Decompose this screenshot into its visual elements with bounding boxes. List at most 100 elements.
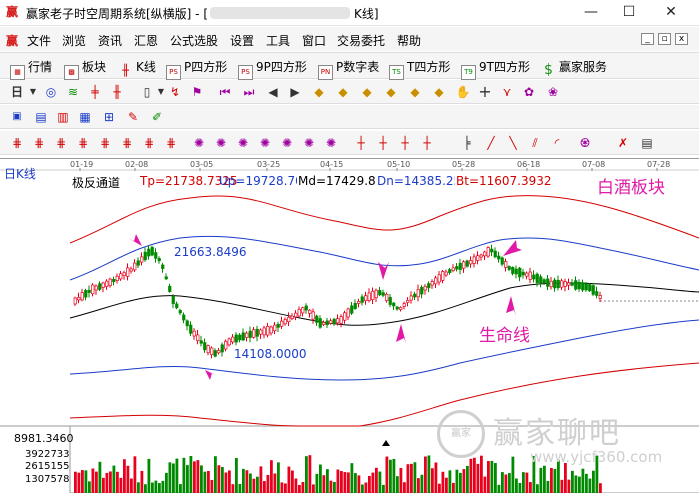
menu-formula[interactable]: 公式选股: [170, 32, 218, 49]
winner-service-button[interactable]: $ 赢家服务: [541, 58, 607, 77]
line-tool-icon[interactable]: ⋎: [498, 83, 516, 101]
volume-bar: [294, 478, 298, 493]
tools-icon[interactable]: ✿: [520, 83, 538, 101]
menu-file[interactable]: 文件: [27, 32, 51, 49]
candle-body: [378, 290, 382, 296]
menu-huien[interactable]: 汇恩: [134, 32, 158, 49]
delete-drawing-icon[interactable]: ♼: [576, 134, 594, 152]
gann-icon[interactable]: ❀: [544, 83, 562, 101]
cycle-4-icon[interactable]: ┼: [418, 134, 436, 152]
highlight-icon[interactable]: ✐: [148, 108, 166, 126]
gann-square-2-icon[interactable]: ✺: [212, 134, 230, 152]
eraser-icon[interactable]: ✗: [614, 134, 632, 152]
crosshair-icon[interactable]: +: [476, 83, 494, 101]
candle-body: [458, 262, 462, 270]
gann-fan-7-icon[interactable]: ⋕: [140, 134, 158, 152]
volume-bar: [200, 465, 203, 493]
first-page-icon[interactable]: ⏮: [216, 83, 234, 101]
dropdown-arrow-icon[interactable]: ▼: [24, 83, 42, 101]
volume-bar: [347, 472, 350, 493]
mdi-restore-button[interactable]: ▫: [658, 33, 671, 45]
scroll-left-icon[interactable]: ◀: [264, 83, 282, 101]
quotes-button[interactable]: ▦ 行情: [10, 58, 52, 80]
channel-icon[interactable]: ╞: [458, 134, 476, 152]
move-up-icon[interactable]: ◆: [358, 83, 376, 101]
candle-body: [364, 295, 368, 302]
gann-square-4-icon[interactable]: ✺: [256, 134, 274, 152]
candle-body: [434, 277, 438, 285]
minimize-button[interactable]: —: [570, 0, 612, 24]
gann-fan-4-icon[interactable]: ⋕: [74, 134, 92, 152]
close-button[interactable]: ✕: [650, 0, 692, 24]
menu-settings[interactable]: 设置: [230, 32, 254, 49]
menu-browse[interactable]: 浏览: [62, 32, 86, 49]
arc-icon[interactable]: ◜: [548, 134, 566, 152]
gann-square-6-icon[interactable]: ✺: [300, 134, 318, 152]
monitor-icon[interactable]: ▦: [76, 108, 94, 126]
parallel-icon[interactable]: ⫽: [526, 134, 544, 152]
gann-fan-1-icon[interactable]: ⋕: [8, 134, 26, 152]
cycle-2-icon[interactable]: ┼: [374, 134, 392, 152]
menu-window[interactable]: 窗口: [302, 32, 326, 49]
volume-bar: [410, 463, 413, 493]
scroll-right-icon[interactable]: ▶: [286, 83, 304, 101]
overlay-icon[interactable]: ◎: [42, 83, 60, 101]
zoom-out-icon[interactable]: ◆: [334, 83, 352, 101]
ray-icon[interactable]: ╱: [482, 134, 500, 152]
p-number-table-button[interactable]: PN P数字表: [318, 58, 379, 80]
candle-body: [304, 305, 308, 311]
move-down-icon[interactable]: ◆: [382, 83, 400, 101]
volume-bar: [109, 471, 112, 493]
menu-info[interactable]: 资讯: [98, 32, 122, 49]
gann-square-3-icon[interactable]: ✺: [234, 134, 252, 152]
last-page-icon[interactable]: ⏭: [240, 83, 258, 101]
restore-right-icon[interactable]: ↯: [166, 83, 184, 101]
flag-icon[interactable]: ⚑: [188, 83, 206, 101]
9t-square-button[interactable]: T9 9T四方形: [461, 58, 530, 80]
t-square-button[interactable]: TS T四方形: [389, 58, 450, 80]
hand-icon[interactable]: ✋: [454, 83, 472, 101]
bar-chart-icon[interactable]: ╫: [108, 83, 126, 101]
t9-icon: T9: [461, 65, 476, 80]
network-icon[interactable]: ⊞: [100, 108, 118, 126]
menu-tools[interactable]: 工具: [266, 32, 290, 49]
gann-fan-8-icon[interactable]: ⋕: [162, 134, 180, 152]
gann-fan-3-icon[interactable]: ⋕: [52, 134, 70, 152]
volume-bar: [536, 484, 539, 493]
sector-button[interactable]: ▩ 板块: [64, 58, 106, 80]
9p-square-button[interactable]: PS 9P四方形: [238, 58, 307, 80]
save-icon[interactable]: ▥: [54, 108, 72, 126]
candle-body: [535, 273, 539, 284]
candle-body: [560, 280, 564, 288]
chart-settings-icon[interactable]: ▤: [638, 134, 656, 152]
volume-scale-2: 2615155: [25, 461, 70, 472]
volume-bar: [151, 482, 154, 493]
calendar-icon[interactable]: ▣: [8, 108, 26, 126]
gann-square-7-icon[interactable]: ✺: [322, 134, 340, 152]
gann-square-5-icon[interactable]: ✺: [278, 134, 296, 152]
tick-chart-icon[interactable]: ≋: [64, 83, 82, 101]
kline-button[interactable]: ╫ K线: [118, 58, 156, 77]
gann-fan-2-icon[interactable]: ⋕: [30, 134, 48, 152]
calculator-icon[interactable]: ▤: [32, 108, 50, 126]
cycle-3-icon[interactable]: ┼: [396, 134, 414, 152]
zoom-in-icon[interactable]: ◆: [310, 83, 328, 101]
candle-body: [220, 344, 224, 353]
shrink-icon[interactable]: ◆: [430, 83, 448, 101]
mdi-minimize-button[interactable]: _: [641, 33, 654, 45]
gann-fan-6-icon[interactable]: ⋕: [118, 134, 136, 152]
paint-icon[interactable]: ✎: [124, 108, 142, 126]
p-square-button[interactable]: PS P四方形: [166, 58, 227, 80]
cycle-1-icon[interactable]: ┼: [352, 134, 370, 152]
menu-trade[interactable]: 交易委托: [337, 32, 385, 49]
menu-help[interactable]: 帮助: [397, 32, 421, 49]
gann-square-1-icon[interactable]: ✺: [190, 134, 208, 152]
mdi-close-button[interactable]: x: [675, 33, 688, 45]
expand-icon[interactable]: ◆: [406, 83, 424, 101]
menu-logo-icon[interactable]: 赢: [6, 32, 18, 49]
minute-chart-icon[interactable]: ╪: [86, 83, 104, 101]
candle-body: [154, 252, 158, 259]
gann-fan-5-icon[interactable]: ⋕: [96, 134, 114, 152]
maximize-button[interactable]: ☐: [608, 0, 650, 24]
segment-icon[interactable]: ╲: [504, 134, 522, 152]
